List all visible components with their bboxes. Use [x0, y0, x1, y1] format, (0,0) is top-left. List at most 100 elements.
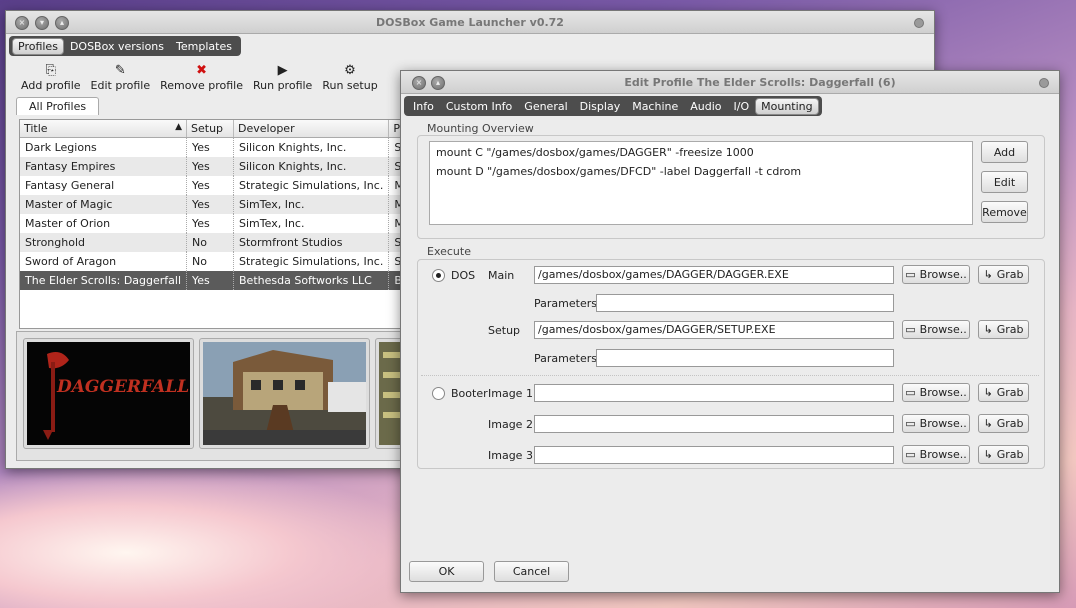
dialog-titlebar: × ▴ Edit Profile The Elder Scrolls: Dagg… — [401, 71, 1059, 94]
image3-field[interactable] — [534, 446, 894, 464]
browse-label: Browse.. — [919, 268, 967, 281]
dialog-close-icon[interactable]: × — [412, 76, 426, 90]
remove-profile-button[interactable]: ✖ Remove profile — [155, 63, 248, 92]
cell-title: Stronghold — [20, 233, 188, 252]
daggerfall-logo-image: DAGGERFALL — [27, 342, 190, 445]
cancel-button[interactable]: Cancel — [494, 561, 569, 582]
image1-grab-button[interactable]: ↳ Grab — [978, 383, 1029, 402]
grab-arrow-icon: ↳ — [983, 323, 993, 336]
main-parameters-field[interactable] — [596, 294, 894, 312]
edit-profile-icon: ✎ — [114, 63, 126, 78]
cell-setup: Yes — [186, 137, 235, 157]
cell-setup: Yes — [186, 157, 235, 176]
image1-field[interactable] — [534, 384, 894, 402]
add-profile-button[interactable]: ⎘ Add profile — [16, 63, 86, 92]
cell-developer: Bethesda Softworks LLC — [233, 271, 390, 290]
window-menu-icon[interactable] — [914, 18, 924, 28]
main-browse-button[interactable]: ▭ Browse.. — [902, 265, 970, 284]
folder-icon: ▭ — [905, 268, 916, 281]
booter-radio[interactable] — [432, 387, 445, 400]
run-profile-button[interactable]: ▶ Run profile — [248, 63, 317, 92]
tab-machine[interactable]: Machine — [626, 98, 684, 115]
edit-profile-dialog: × ▴ Edit Profile The Elder Scrolls: Dagg… — [400, 70, 1060, 593]
tab-info[interactable]: Info — [407, 98, 440, 115]
mount-line-c[interactable]: mount C "/games/dosbox/games/DAGGER" -fr… — [436, 146, 754, 159]
table-row[interactable]: StrongholdNoStormfront StudiosSoftgo — [20, 233, 416, 252]
sort-ascending-icon: ▲ — [175, 122, 183, 132]
image1-browse-button[interactable]: ▭ Browse.. — [902, 383, 970, 402]
main-exe-field[interactable]: /games/dosbox/games/DAGGER/DAGGER.EXE — [534, 266, 894, 284]
ok-button[interactable]: OK — [409, 561, 484, 582]
mount-add-button[interactable]: Add — [981, 141, 1028, 163]
cell-developer: Stormfront Studios — [233, 233, 390, 252]
tab-templates[interactable]: Templates — [170, 38, 238, 55]
tab-display[interactable]: Display — [574, 98, 627, 115]
setup-label: Setup — [488, 324, 521, 337]
table-row[interactable]: Fantasy General Yes Strategic Simulations,… — [20, 176, 416, 195]
cell-title: The Elder Scrolls: Daggerfall — [20, 271, 188, 290]
dialog-tab-strip: Info Custom Info General Display Machine… — [404, 96, 822, 116]
daggerfall-screenshot-image — [203, 342, 366, 445]
mounting-overview-title: Mounting Overview — [425, 122, 536, 135]
all-profiles-tab[interactable]: All Profiles — [16, 97, 100, 115]
table-row[interactable]: Master of OrionYesSimTex, Inc.MicroP — [20, 214, 416, 233]
column-setup[interactable]: Setup — [186, 120, 235, 138]
all-profiles-label: All Profiles — [29, 100, 87, 113]
setup-grab-button[interactable]: ↳ Grab — [978, 320, 1029, 339]
mount-edit-button[interactable]: Edit — [981, 171, 1028, 193]
tab-profiles[interactable]: Profiles — [12, 37, 64, 55]
table-row[interactable]: Fantasy EmpiresYesSilicon Knights, Inc.S… — [20, 157, 416, 176]
table-row[interactable]: Master of MagicYesSimTex, Inc.MicroP — [20, 195, 416, 214]
daggerfall-logo-thumbnail[interactable]: DAGGERFALL — [23, 338, 194, 449]
main-tab-strip: Profiles DOSBox versions Templates — [9, 36, 241, 56]
grab-label: Grab — [996, 323, 1024, 336]
wallpaper-glow — [0, 470, 420, 608]
tab-io[interactable]: I/O — [728, 98, 756, 115]
cell-developer: Strategic Simulations, Inc. — [233, 176, 390, 195]
dialog-maximize-icon[interactable]: ▴ — [431, 76, 445, 90]
cell-title: Dark Legions — [20, 137, 188, 157]
tab-custom-info[interactable]: Custom Info — [440, 98, 518, 115]
table-row[interactable]: The Elder Scrolls: Daggerfall Yes Bethesda… — [20, 271, 416, 290]
browse-label: Browse.. — [919, 386, 967, 399]
image2-field[interactable] — [534, 415, 894, 433]
mount-remove-button[interactable]: Remove — [981, 201, 1028, 223]
main-titlebar: × ▾ ▴ DOSBox Game Launcher v0.72 — [6, 11, 934, 34]
column-developer[interactable]: Developer — [233, 120, 390, 138]
table-row[interactable]: Sword of Aragon No Strategic Simulations, … — [20, 252, 416, 271]
image1-label: Image 1 — [488, 387, 533, 400]
image2-grab-button[interactable]: ↳ Grab — [978, 414, 1029, 433]
setup-browse-button[interactable]: ▭ Browse.. — [902, 320, 970, 339]
main-grab-button[interactable]: ↳ Grab — [978, 265, 1029, 284]
image3-grab-button[interactable]: ↳ Grab — [978, 445, 1029, 464]
grab-label: Grab — [996, 386, 1024, 399]
image2-browse-button[interactable]: ▭ Browse.. — [902, 414, 970, 433]
tab-general[interactable]: General — [518, 98, 573, 115]
dos-radio[interactable] — [432, 269, 445, 282]
setup-exe-field[interactable]: /games/dosbox/games/DAGGER/SETUP.EXE — [534, 321, 894, 339]
setup-parameters-field[interactable] — [596, 349, 894, 367]
mount-line-d[interactable]: mount D "/games/dosbox/games/DFCD" -labe… — [436, 165, 801, 178]
table-row[interactable]: Dark LegionsYesSilicon Knights, Inc.Stra… — [20, 137, 416, 157]
tab-mounting[interactable]: Mounting — [755, 97, 819, 115]
column-title[interactable]: Title ▲ — [20, 120, 188, 138]
tab-dosbox-versions[interactable]: DOSBox versions — [64, 38, 170, 55]
run-setup-button[interactable]: ⚙ Run setup — [317, 63, 382, 92]
cell-setup: Yes — [186, 195, 235, 214]
cell-developer: Silicon Knights, Inc. — [233, 157, 390, 176]
folder-icon: ▭ — [905, 417, 916, 430]
daggerfall-screenshot-thumbnail[interactable] — [199, 338, 370, 449]
profiles-table: Title▲ Setup Developer Publish Dark Legi… — [19, 119, 417, 329]
cell-developer: Silicon Knights, Inc. — [233, 137, 390, 157]
image3-browse-button[interactable]: ▭ Browse.. — [902, 445, 970, 464]
grab-arrow-icon: ↳ — [983, 417, 993, 430]
grab-label: Grab — [996, 448, 1024, 461]
cell-title: Master of Magic — [20, 195, 188, 214]
image3-label: Image 3 — [488, 449, 533, 462]
tab-audio[interactable]: Audio — [684, 98, 727, 115]
edit-profile-button[interactable]: ✎ Edit profile — [86, 63, 156, 92]
dialog-menu-icon[interactable] — [1039, 78, 1049, 88]
remove-profile-icon: ✖ — [196, 63, 207, 78]
edit-profile-label: Edit profile — [90, 79, 151, 92]
run-setup-label: Run setup — [322, 79, 378, 92]
